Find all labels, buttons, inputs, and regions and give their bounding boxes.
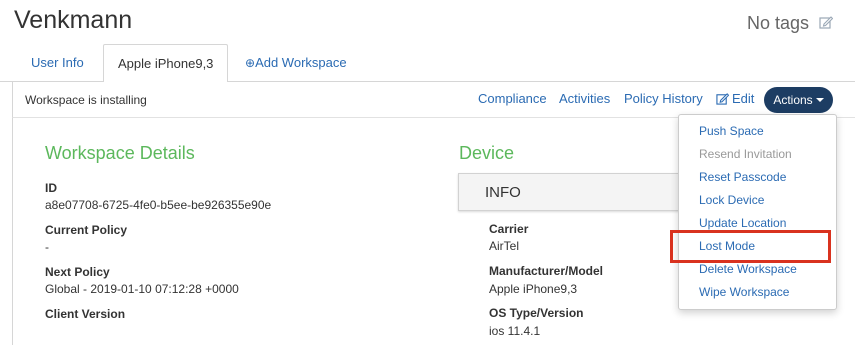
next-policy-label: Next Policy: [45, 265, 110, 279]
status-bar: Workspace is installing Compliance Activ…: [12, 82, 855, 118]
next-policy-value: Global - 2019-01-10 07:12:28 +0000: [45, 282, 239, 296]
info-label: INFO: [485, 184, 521, 201]
tab-apple-iphone[interactable]: Apple iPhone9,3: [103, 44, 229, 83]
tab-user-info[interactable]: User Info: [17, 44, 98, 82]
tab-label: Add Workspace: [255, 55, 347, 70]
tab-label: Apple iPhone9,3: [118, 56, 214, 71]
actions-button[interactable]: Actions: [764, 87, 833, 113]
status-text: Workspace is installing: [25, 93, 147, 107]
caret-down-icon: [815, 98, 824, 102]
manufacturer-model-label: Manufacturer/Model: [489, 264, 604, 278]
edit-icon: [716, 93, 730, 105]
menu-item-resend-invitation: Resend Invitation: [699, 147, 792, 161]
current-policy-value: -: [45, 240, 49, 254]
menu-item-lock-device[interactable]: Lock Device: [699, 193, 764, 207]
edit-tags-icon[interactable]: [819, 15, 833, 29]
add-icon: ⊕: [245, 56, 256, 70]
device-title: Device: [459, 143, 515, 163]
tab-label: User Info: [31, 55, 84, 70]
os-type-version-value: ios 11.4.1: [489, 324, 541, 338]
actions-label: Actions: [773, 93, 813, 107]
current-policy-label: Current Policy: [45, 223, 128, 237]
compliance-link[interactable]: Compliance: [478, 91, 547, 106]
tab-bar: User Info Apple iPhone9,3 ⊕Add Workspace: [0, 44, 855, 83]
tags-label: No tags: [747, 13, 810, 33]
page-title: Venkmann: [14, 6, 133, 34]
id-value: a8e07708-6725-4fe0-b5ee-be926355e90e: [45, 198, 272, 212]
highlight-box: [670, 230, 831, 263]
id-label: ID: [45, 181, 57, 195]
manufacturer-model-value: Apple iPhone9,3: [489, 282, 578, 296]
actions-dropdown-menu: Push Space Resend Invitation Reset Passc…: [678, 114, 837, 310]
client-version-label: Client Version: [45, 307, 126, 321]
tab-add-workspace[interactable]: ⊕Add Workspace: [231, 44, 361, 82]
workspace-details-title: Workspace Details: [45, 143, 195, 163]
carrier-value: AirTel: [489, 239, 520, 253]
edit-label: Edit: [732, 91, 755, 106]
info-panel-header[interactable]: INFO: [458, 173, 688, 211]
carrier-label: Carrier: [489, 222, 529, 236]
policy-history-link[interactable]: Policy History: [624, 91, 703, 106]
edit-button[interactable]: Edit: [716, 91, 754, 106]
menu-item-push-space[interactable]: Push Space: [699, 124, 764, 138]
menu-item-reset-passcode[interactable]: Reset Passcode: [699, 170, 786, 184]
menu-item-update-location[interactable]: Update Location: [699, 216, 786, 230]
menu-item-delete-workspace[interactable]: Delete Workspace: [699, 262, 797, 276]
menu-item-wipe-workspace[interactable]: Wipe Workspace: [699, 285, 789, 299]
os-type-version-label: OS Type/Version: [489, 306, 584, 320]
activities-link[interactable]: Activities: [559, 91, 610, 106]
